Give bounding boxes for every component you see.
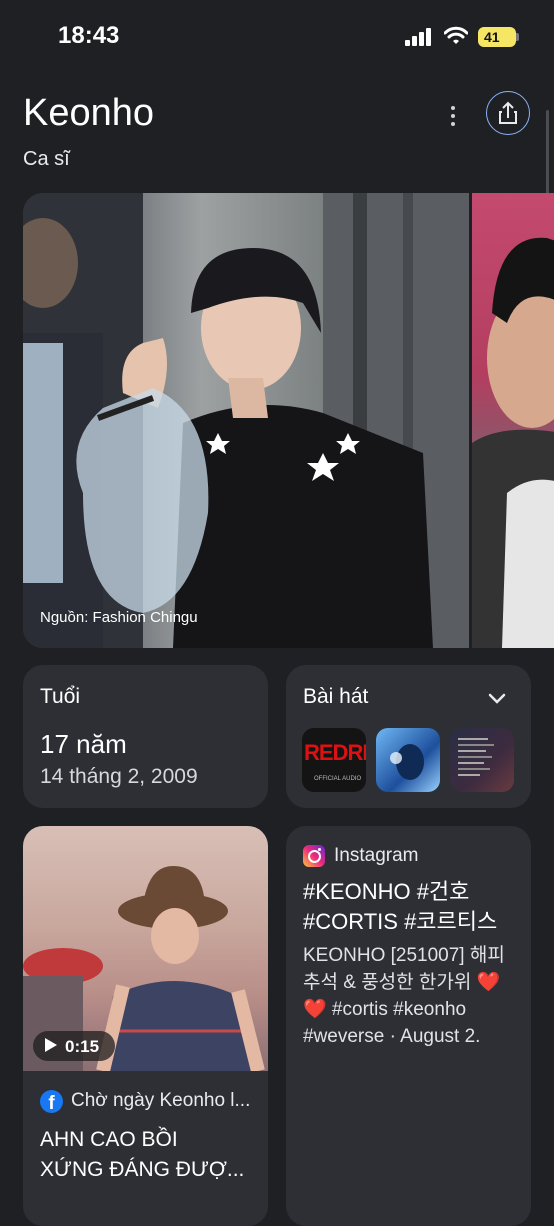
wifi-icon [444,26,468,44]
status-time: 18:43 [58,22,120,49]
song-thumbnail-text: REDRE [304,740,366,765]
facebook-icon: f [40,1090,63,1113]
instagram-body-line-1: KEONHO [251007] 해피 [303,945,505,966]
song-thumbnail-caption: OFFICIAL AUDIO [314,776,362,782]
play-icon [45,1038,57,1052]
instagram-title-line-2: #CORTIS #코르티스 [303,909,498,934]
person-photo-2 [472,237,554,648]
instagram-title-line-1: #KEONHO #건호 [303,879,470,904]
age-value: 17 năm [40,729,127,759]
page-title: Keonho [23,92,155,134]
page-subtitle: Ca sĩ [23,148,70,170]
instagram-body-line-2: 추석 & 풍성한 한가위 ❤️ [303,972,501,993]
instagram-body-line-3: ❤️ #cortis #keonho [303,999,467,1020]
instagram-source: Instagram [334,845,419,866]
video-duration: 0:15 [65,1037,100,1056]
video-title-line-1: AHN CAO BỒI [40,1128,178,1151]
share-icon [499,101,517,124]
song-thumbnail-2[interactable] [376,728,440,792]
songs-card-title: Bài hát [303,685,369,708]
song-thumbnail-3[interactable] [450,728,514,792]
profile-photo-1[interactable] [23,193,469,648]
song-art-2 [390,744,424,780]
birth-date: 14 tháng 2, 2009 [40,765,198,788]
video-title-line-2: XỨNG ĐÁNG ĐƯỢ... [40,1158,245,1181]
battery-tip [516,33,519,41]
instagram-post-title[interactable]: #KEONHO #건호 #CORTIS #코르티스 [303,877,518,937]
age-card-title: Tuổi [40,685,81,708]
instagram-body-line-4: #weverse · August 2. [303,1026,481,1047]
more-options-icon[interactable] [443,102,463,130]
video-title[interactable]: AHN CAO BỒI XỨNG ĐÁNG ĐƯỢ... [40,1125,260,1185]
instagram-post-body: KEONHO [251007] 해피 추석 & 풍성한 한가위 ❤️ ❤️ #c… [303,942,523,1050]
chevron-down-icon[interactable] [486,687,508,709]
video-source: Chờ ngày Keonho l... [71,1090,251,1111]
song-art-3 [458,738,494,776]
song-thumbnail-1[interactable]: REDRE OFFICIAL AUDIO [302,728,366,792]
instagram-icon [303,845,325,867]
image-credit: Nguồn: Fashion Chingu [40,609,198,626]
profile-photo-2[interactable] [472,193,554,648]
battery-indicator: 41 [478,27,516,47]
person-photo [23,193,469,648]
share-button[interactable] [486,91,530,135]
cellular-signal-icon [405,28,433,46]
